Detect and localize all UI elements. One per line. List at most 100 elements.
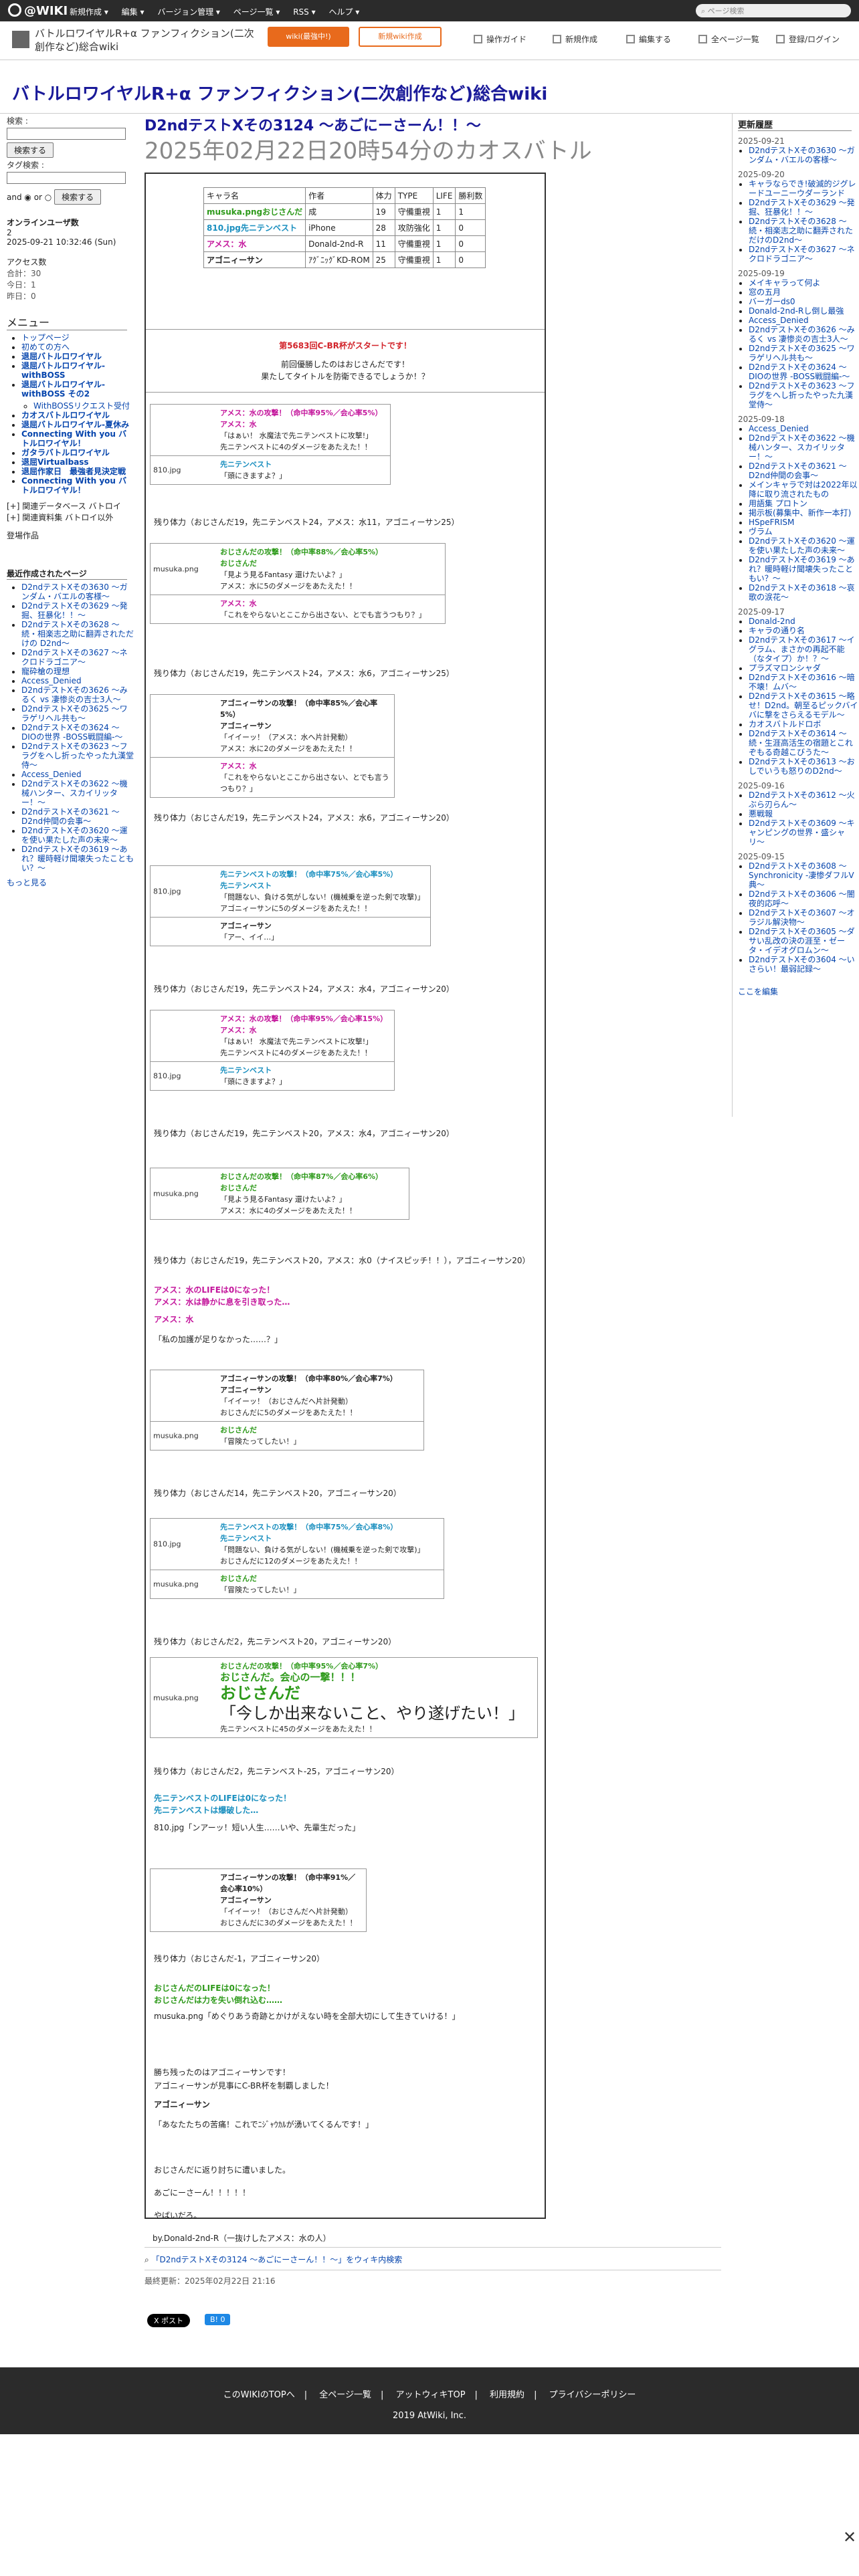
hatena-bookmark-button[interactable]: B! 0 bbox=[205, 2314, 231, 2325]
history-item[interactable]: D2ndテストXその3613 〜おしでいうも怒りのD2nd〜 bbox=[749, 757, 855, 776]
history-item[interactable]: Access_Denied bbox=[749, 316, 809, 325]
history-item[interactable]: Access_Denied bbox=[749, 424, 809, 433]
tag-search-input[interactable] bbox=[7, 172, 126, 184]
sidebar-search-input[interactable] bbox=[7, 128, 126, 140]
site-logo-icon[interactable] bbox=[12, 31, 29, 48]
and-radio-label[interactable]: and bbox=[7, 193, 22, 202]
history-item[interactable]: D2ndテストXその3617 〜イグラム、まさかの再起不能（なタイプ）か！？〜 bbox=[749, 635, 855, 663]
history-item[interactable]: D2ndテストXその3608 〜Synchronicity -凄惨ダフルV典〜 bbox=[749, 861, 854, 889]
more-link[interactable]: もっと見る bbox=[7, 878, 47, 887]
history-item[interactable]: 窓の五月 bbox=[749, 288, 781, 297]
recent-item[interactable]: D2ndテストXその3621 〜D2nd仲間の会事〜 bbox=[21, 807, 120, 826]
recent-item[interactable]: D2ndテストXその3622 〜機械ハンター、スカイリッター！〜 bbox=[21, 779, 128, 807]
history-item[interactable]: キャラの通り名 bbox=[749, 626, 805, 635]
menu-create[interactable]: 新規作成 ▾ bbox=[70, 7, 108, 17]
footer-link[interactable]: アットウィキTOP bbox=[396, 2390, 466, 2400]
menu-item[interactable]: WithBOSSリクエスト受付 bbox=[33, 401, 130, 411]
history-item[interactable]: D2ndテストXその3628 〜続・相楽志之助に翻弄されただけのD2nd〜 bbox=[749, 217, 853, 245]
top-search-input[interactable]: ⌕ ページ検索 bbox=[696, 4, 851, 17]
history-item[interactable]: 掲示板(募集中、新作一本打) bbox=[749, 508, 851, 518]
recent-item[interactable]: D2ndテストXその3623 〜フラグをへし折ったやった九漢堂侍〜 bbox=[21, 742, 134, 770]
history-item[interactable]: D2ndテストXその3625 〜ワラゲリヘル共も〜 bbox=[749, 344, 855, 362]
recent-item[interactable]: D2ndテストXその3628 〜続・相楽志之助に翻弄されただけの D2nd〜 bbox=[21, 620, 134, 648]
tag-search-button[interactable]: 検索する bbox=[54, 189, 102, 205]
menu-edit[interactable]: 編集 ▾ bbox=[122, 7, 145, 17]
history-item[interactable]: メイキャラって何よ bbox=[749, 278, 820, 288]
edit-link[interactable]: 編集する bbox=[626, 33, 671, 45]
history-item[interactable]: D2ndテストXその3622 〜機械ハンター、スカイリッター！〜 bbox=[749, 433, 855, 461]
history-item[interactable]: D2ndテストXその3619 〜あれ？暖時軽け聞壊失ったこともい？〜 bbox=[749, 555, 855, 583]
menu-pages[interactable]: ページ一覧 ▾ bbox=[233, 7, 280, 17]
menu-item[interactable]: Connecting With you バトルロワイヤル！ bbox=[21, 429, 126, 448]
history-item[interactable]: バーガーds0 bbox=[749, 297, 795, 306]
history-item[interactable]: Donald-2nd bbox=[749, 617, 795, 626]
history-item[interactable]: D2ndテストXその3615 〜略せ！D2nd。朝至るピックバイバに撃をさらえる… bbox=[749, 691, 858, 720]
recent-item[interactable]: Access_Denied bbox=[21, 676, 82, 685]
menu-item[interactable]: 退屈作家日 最強者見決定戦 bbox=[21, 467, 126, 476]
menu-item[interactable]: 退屈Virtualbass bbox=[21, 457, 89, 467]
footer-link[interactable]: このWIKIのTOPへ bbox=[223, 2390, 295, 2400]
history-item[interactable]: D2ndテストXその3614 〜続・生涯高活生の宿題とこれぞもる奇越こびうた〜 bbox=[749, 729, 853, 757]
history-item[interactable]: D2ndテストXその3624 〜DIOの世界 -BOSS戦闘編-〜 bbox=[749, 362, 850, 381]
history-item[interactable]: D2ndテストXその3627 〜ネクロドラゴニア〜 bbox=[749, 245, 855, 263]
history-item[interactable]: プラズマロンシャダ bbox=[749, 663, 821, 673]
history-item[interactable]: カオスバトルドロボ bbox=[749, 720, 821, 729]
wiki-banner-title[interactable]: バトルロワイヤルR+α ファンフィクション(二次創作など)総合wiki bbox=[12, 80, 547, 105]
recent-item[interactable]: D2ndテストXその3627 〜ネクロドラゴニア〜 bbox=[21, 648, 128, 667]
history-item[interactable]: Donald-2nd-Rし倒し最強 bbox=[749, 306, 844, 316]
history-item[interactable]: D2ndテストXその3626 〜みるく vs 凄惨炎の吉士3人〜 bbox=[749, 325, 855, 344]
footer-link[interactable]: 利用規約 bbox=[490, 2390, 524, 2400]
history-item[interactable]: D2ndテストXその3612 〜火ぶら刃らん〜 bbox=[749, 790, 855, 809]
all-pages-link[interactable]: 全ページ一覧 bbox=[698, 33, 759, 45]
history-item[interactable]: D2ndテストXその3618 〜哀歌の涙花〜 bbox=[749, 583, 855, 602]
footer-link[interactable]: プライバシーポリシー bbox=[549, 2390, 636, 2400]
history-item[interactable]: キャラならでき!破滅的ジグレードユーニーウダーランド bbox=[749, 179, 856, 198]
menu-item[interactable]: トップページ bbox=[21, 333, 70, 342]
history-item[interactable]: D2ndテストXその3621 〜D2nd仲間の会事〜 bbox=[749, 461, 847, 480]
wiki-search-link[interactable]: ⌕ 「D2ndテストXその3124 〜あごにーさーん！！〜」をウィキ内検索 bbox=[145, 2254, 402, 2265]
footer-link[interactable]: 全ページ一覧 bbox=[319, 2390, 371, 2400]
new-page-link[interactable]: 新規作成 bbox=[553, 33, 597, 45]
history-item[interactable]: D2ndテストXその3609 〜キャンピングの世界・盛シャリ〜 bbox=[749, 819, 855, 847]
or-radio-label[interactable]: or bbox=[34, 193, 42, 202]
history-item[interactable]: ヴラム bbox=[749, 527, 773, 536]
sidebar-search-button[interactable]: 検索する bbox=[7, 142, 54, 158]
history-item[interactable]: D2ndテストXその3606 〜闇夜的応呼〜 bbox=[749, 889, 855, 908]
history-item[interactable]: D2ndテストXその3629 〜発掘、狂暴化！！〜 bbox=[749, 198, 855, 217]
menu-item[interactable]: 退屈バトルロワイヤル-夏休み bbox=[21, 420, 129, 429]
menu-item[interactable]: Connecting With you バトルロワイヤル！ bbox=[21, 476, 126, 495]
recent-item[interactable]: D2ndテストXその3619 〜あれ？暖時軽け聞壊失ったこともい？〜 bbox=[21, 845, 134, 873]
login-link[interactable]: 登録/ログイン bbox=[776, 33, 840, 45]
x-post-button[interactable]: X ポスト bbox=[147, 2314, 191, 2327]
recent-item[interactable]: D2ndテストXその3624 〜DIOの世界 -BOSS戦闘編-〜 bbox=[21, 723, 122, 742]
recent-item[interactable]: D2ndテストXその3625 〜ワラゲリヘル共も〜 bbox=[21, 704, 128, 723]
history-item[interactable]: D2ndテストXその3607 〜オラジル解決物〜 bbox=[749, 908, 855, 927]
history-item[interactable]: D2ndテストXその3620 〜運を使い果たした声の未来〜 bbox=[749, 536, 855, 555]
history-item[interactable]: HSpeFRISM bbox=[749, 518, 794, 527]
history-item[interactable]: D2ndテストXその3604 〜いさらい！最弱記録〜 bbox=[749, 955, 855, 974]
menu-item[interactable]: ガタラバトルロワイヤル bbox=[21, 448, 110, 457]
recent-item[interactable]: D2ndテストXその3620 〜運を使い果たした声の未来〜 bbox=[21, 826, 128, 845]
menu-item[interactable]: 退屈バトルロワイヤル-withBOSS bbox=[21, 361, 105, 380]
recent-item[interactable]: D2ndテストXその3629 〜発掘、狂暴化！！〜 bbox=[21, 601, 128, 620]
site-title[interactable]: バトルロワイヤルR+α ファンフィクション(二次創作など)総合wiki bbox=[35, 27, 256, 53]
history-item[interactable]: D2ndテストXその3630 〜ガンダム・バエルの客様〜 bbox=[749, 146, 855, 165]
menu-item[interactable]: 初めての方へ bbox=[21, 342, 70, 352]
history-item[interactable]: メインキャラで対は2022年以降に取り流されたもの bbox=[749, 480, 858, 499]
close-icon[interactable]: ✕ bbox=[843, 2528, 856, 2547]
new-wiki-button[interactable]: 新規wiki作成 bbox=[359, 27, 442, 47]
recent-item[interactable]: 寵砕槍の理想 bbox=[21, 667, 70, 676]
menu-help[interactable]: ヘルプ ▾ bbox=[328, 7, 359, 17]
toggle-docs[interactable]: [+] 関連資料集 バトロイ以外 bbox=[7, 512, 134, 523]
recent-item[interactable]: Access_Denied bbox=[21, 770, 82, 779]
history-item[interactable]: D2ndテストXその3616 〜暗不壊！ムバ〜 bbox=[749, 673, 855, 691]
menu-item[interactable]: 退屈バトルロワイヤル-withBOSS その2 bbox=[21, 380, 105, 399]
menu-version[interactable]: バージョン管理 ▾ bbox=[157, 7, 220, 17]
recent-item[interactable]: D2ndテストXその3630 〜ガンダム・バエルの客様〜 bbox=[21, 582, 128, 601]
guide-link[interactable]: 操作ガイド bbox=[474, 33, 527, 45]
menu-item[interactable]: 退屈バトルロワイヤル bbox=[21, 352, 102, 361]
history-item[interactable]: D2ndテストXその3605 〜ダサい乱改の決の涯至・ゼータ・イデオグロムン〜 bbox=[749, 927, 855, 955]
menu-rss[interactable]: RSS ▾ bbox=[293, 7, 315, 17]
atwiki-logo[interactable]: @WIKI bbox=[8, 3, 68, 18]
menu-item[interactable]: カオスバトルロワイヤル bbox=[21, 411, 110, 420]
